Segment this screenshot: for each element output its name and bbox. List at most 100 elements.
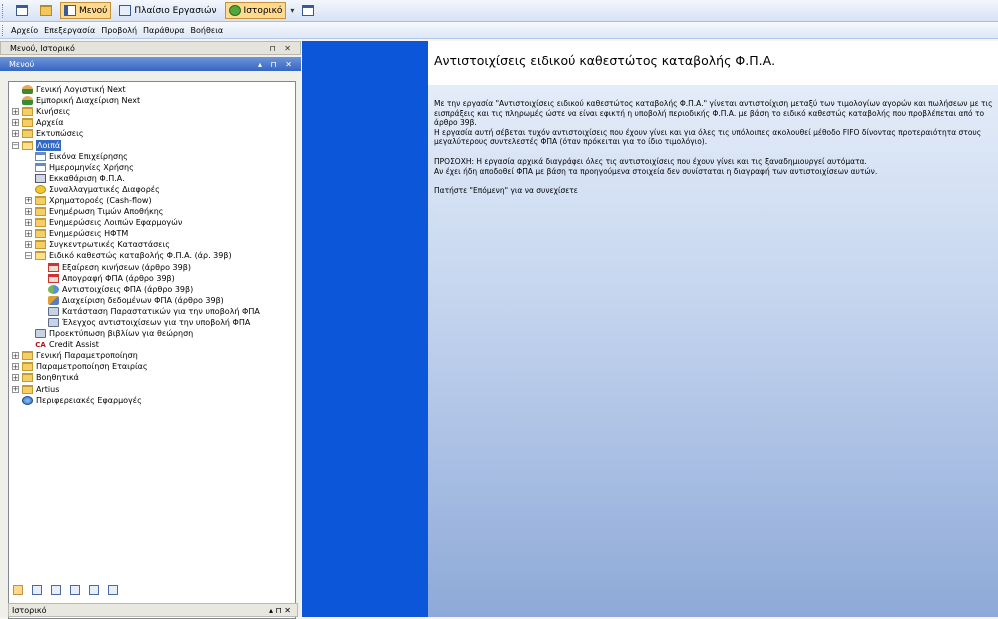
menu-panel-caption: Μενού ▴ ⊓ ✕ xyxy=(0,57,301,71)
tree-item-label: Λοιπά xyxy=(36,139,62,151)
folder-open-icon xyxy=(35,251,46,261)
tree-item[interactable]: Ημερομηνίες Χρήσης xyxy=(9,162,295,173)
menubar-grip[interactable] xyxy=(2,24,6,36)
left-pane: Μενού, Ιστορικό ⊓ ✕ Μενού ▴ ⊓ ✕ Γενική Λ… xyxy=(0,41,301,619)
tree-item[interactable]: + Artius xyxy=(9,384,295,395)
menu-view[interactable]: Προβολή xyxy=(98,26,140,35)
tree-item[interactable]: − Λοιπά xyxy=(9,139,295,151)
window-icon xyxy=(16,5,28,16)
tree-view-icon[interactable] xyxy=(13,585,23,595)
expand-icon[interactable]: + xyxy=(12,385,19,393)
tree-item[interactable]: + Ενημερώσεις Λοιπών Εφαρμογών xyxy=(9,217,295,228)
tree-item[interactable]: Περιφερειακές Εφαρμογές xyxy=(9,395,295,406)
tree-item[interactable]: Εμπορική Διαχείριση Next xyxy=(9,95,295,106)
menu-toggle-label: Μενού xyxy=(79,5,108,16)
workspace-toggle-button[interactable]: Πλαίσιο Εργασιών xyxy=(115,2,220,19)
tree-item-label: Κινήσεις xyxy=(36,107,71,117)
tree-item[interactable]: + Κινήσεις xyxy=(9,106,295,117)
expand-icon[interactable]: + xyxy=(25,196,32,204)
exit-icon xyxy=(302,5,315,16)
folder-icon xyxy=(35,218,46,228)
pane-controls[interactable]: ⊓ ✕ xyxy=(270,44,295,53)
tree-item[interactable]: + Εκτυπώσεις xyxy=(9,128,295,139)
tree-item[interactable]: + Βοηθητικά xyxy=(9,372,295,383)
expand-icon[interactable]: + xyxy=(12,108,19,116)
tree-item[interactable]: + Παραμετροποίηση Εταιρίας xyxy=(9,361,295,372)
menu-file[interactable]: Αρχείο xyxy=(8,26,41,35)
tree-item[interactable]: Διαχείριση δεδομένων ΦΠΑ (άρθρο 39β) xyxy=(9,295,295,306)
folder-icon xyxy=(35,195,46,205)
menu-toggle-button[interactable]: Μενού xyxy=(60,2,112,19)
tree-item[interactable]: + Ενημέρωση Τιμών Αποθήκης xyxy=(9,206,295,217)
tree-item[interactable]: Εκκαθάριση Φ.Π.Α. xyxy=(9,173,295,184)
tree-item[interactable]: CA Credit Assist xyxy=(9,339,295,350)
tree-item[interactable]: Απογραφή ΦΠΑ (άρθρο 39β) xyxy=(9,273,295,284)
tree-item[interactable]: + Χρηματοροές (Cash-flow) xyxy=(9,195,295,206)
person-icon xyxy=(22,96,33,106)
history-toggle-button[interactable]: Ιστορικό xyxy=(224,2,287,19)
tree-item[interactable]: − Ειδικό καθεστώς καταβολής Φ.Π.Α. (άρ. 3… xyxy=(9,250,295,261)
dropdown-arrow-icon[interactable]: ▾ xyxy=(290,6,294,15)
copy-icon[interactable] xyxy=(108,585,118,595)
next-instruction: Πατήστε "Επόμενη" για να συνεχίσετε xyxy=(434,186,578,196)
toolbar-grip[interactable] xyxy=(2,3,6,18)
tree-item[interactable]: + Αρχεία xyxy=(9,117,295,128)
tree-item[interactable]: Κατάσταση Παραστατικών για την υποβολή Φ… xyxy=(9,306,295,317)
tree-item-label: Ενημερώσεις Λοιπών Εφαρμογών xyxy=(49,218,183,228)
description-paragraph: Με την εργασία "Αντιστοιχίσεις ειδικού κ… xyxy=(434,99,993,128)
person-icon xyxy=(22,85,33,95)
new-window-button[interactable] xyxy=(12,2,32,19)
tree-item-label: Αρχεία xyxy=(36,118,64,128)
menu-help[interactable]: Βοήθεια xyxy=(188,26,227,35)
expand-icon[interactable]: + xyxy=(25,241,32,249)
tree-item-label: Βοηθητικά xyxy=(36,373,79,383)
expand-icon[interactable]: + xyxy=(12,119,19,127)
tree-item[interactable]: + Γενική Παραμετροποίηση xyxy=(9,350,295,361)
history-panel-title: Ιστορικό xyxy=(12,605,47,615)
exit-button[interactable] xyxy=(298,2,318,19)
open-folder-button[interactable] xyxy=(36,2,56,19)
expand-icon[interactable]: + xyxy=(12,374,19,382)
tree-item-label: Περιφερειακές Εφαρμογές xyxy=(36,395,142,405)
menu-panel-controls[interactable]: ▴ ⊓ ✕ xyxy=(258,60,295,69)
tree-item[interactable]: + Συγκεντρωτικές Καταστάσεις xyxy=(9,239,295,250)
tree-item[interactable]: Αντιστοιχίσεις ΦΠΑ (άρθρο 39β) xyxy=(9,284,295,295)
tree-item-label: Artius xyxy=(36,384,60,394)
tree-item-label: Διαχείριση δεδομένων ΦΠΑ (άρθρο 39β) xyxy=(62,295,224,305)
tree-item[interactable]: Προεκτύπωση βιβλίων για θεώρηση xyxy=(9,328,295,339)
panel-icon xyxy=(119,5,132,16)
expand-icon[interactable]: + xyxy=(25,208,32,216)
expand-icon[interactable]: + xyxy=(12,352,19,360)
tree-level-icon[interactable] xyxy=(70,585,80,595)
description-paragraph: Η εργασία αυτή σέβεται τυχόν αντιστοιχίσ… xyxy=(434,127,982,147)
expand-icon[interactable]: + xyxy=(25,219,32,227)
history-panel-caption[interactable]: Ιστορικό ▴ ⊓ ✕ xyxy=(8,603,298,617)
menu-edit[interactable]: Επεξεργασία xyxy=(41,26,98,35)
exclusion-icon xyxy=(48,262,59,272)
menu-windows[interactable]: Παράθυρα xyxy=(140,26,188,35)
tree-item-label: Εξαίρεση κινήσεων (άρθρο 39β) xyxy=(62,262,191,272)
collapse-all-icon[interactable] xyxy=(51,585,61,595)
history-panel-controls[interactable]: ▴ ⊓ ✕ xyxy=(269,606,291,615)
folder-icon xyxy=(22,362,33,372)
folder-open-icon xyxy=(22,140,33,150)
expand-all-icon[interactable] xyxy=(32,585,42,595)
main-toolbar: Μενού Πλαίσιο Εργασιών Ιστορικό ▾ xyxy=(0,0,998,22)
tree-item[interactable]: + Ενημερώσεις ΗΦΤΜ xyxy=(9,228,295,239)
expand-icon[interactable]: + xyxy=(25,230,32,238)
tree-item-label: Ενημέρωση Τιμών Αποθήκης xyxy=(49,207,164,217)
tree-item-label: Έλεγχος αντιστοιχίσεων για την υποβολή Φ… xyxy=(62,318,251,328)
collapse-icon[interactable]: − xyxy=(12,141,19,149)
page-title: Αντιστοιχίσεις ειδικού καθεστώτος καταβο… xyxy=(434,53,776,68)
tree-item[interactable]: Συναλλαγματικές Διαφορές xyxy=(9,184,295,195)
tree-item[interactable]: Γενική Λογιστική Next xyxy=(9,84,295,95)
expand-icon[interactable]: + xyxy=(12,130,19,138)
collapse-icon[interactable]: − xyxy=(25,252,32,260)
tree-item[interactable]: Εξαίρεση κινήσεων (άρθρο 39β) xyxy=(9,262,295,273)
tree-item[interactable]: Εικόνα Επιχείρησης xyxy=(9,151,295,162)
tree-item[interactable]: Έλεγχος αντιστοιχίσεων για την υποβολή Φ… xyxy=(9,317,295,328)
inventory-icon xyxy=(48,273,59,283)
tree-filter-icon[interactable] xyxy=(89,585,99,595)
expand-icon[interactable]: + xyxy=(12,363,19,371)
tree-item-label: Εμπορική Διαχείριση Next xyxy=(36,96,141,106)
